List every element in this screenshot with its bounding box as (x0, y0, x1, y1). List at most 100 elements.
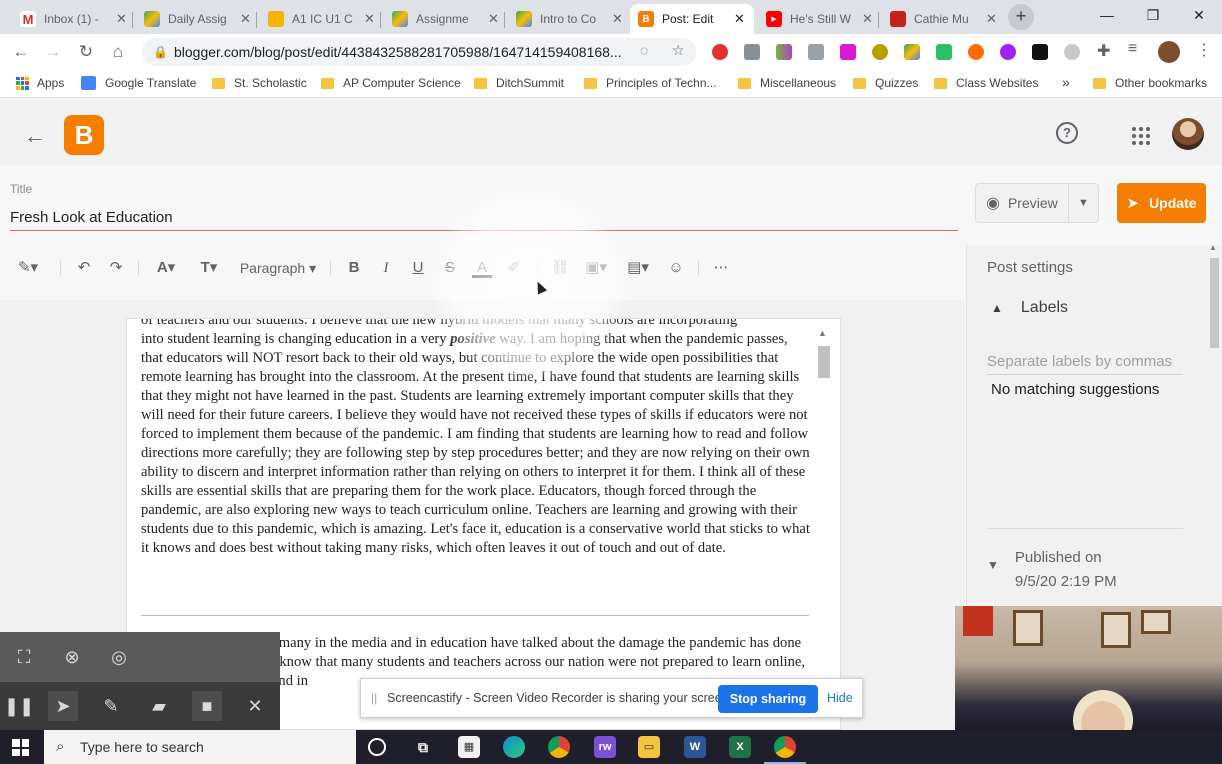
bookmark-folder[interactable]: AP Computer Science (321, 76, 461, 90)
update-button[interactable]: ➤ Update (1117, 183, 1206, 223)
close-icon[interactable]: ✕ (612, 11, 623, 27)
labels-input[interactable]: Separate labels by commas (987, 353, 1183, 375)
chrome-active-icon[interactable] (764, 736, 806, 764)
reading-list-icon[interactable]: ≡ (1128, 40, 1137, 58)
hide-button[interactable]: Hide (827, 691, 853, 705)
back-arrow-icon[interactable]: ← (24, 123, 46, 149)
bookmark-folder[interactable]: Quizzes (853, 76, 918, 90)
extension-icon[interactable] (936, 44, 952, 60)
extension-icon[interactable] (872, 44, 888, 60)
close-icon[interactable]: ✕ (240, 11, 251, 27)
store-icon[interactable]: ▦ (458, 736, 480, 758)
tab-post-edit[interactable]: B Post: Edit ✕ (630, 4, 754, 34)
eye-off-icon[interactable]: ◌ (640, 42, 648, 58)
extension-icon[interactable] (840, 44, 856, 60)
scroll-up-icon[interactable]: ▲ (1209, 243, 1217, 252)
tab-classroom[interactable]: Cathie Mu ✕ (882, 4, 1005, 34)
windows-start-icon[interactable] (12, 739, 29, 756)
extension-icon[interactable] (968, 44, 984, 60)
tab-youtube[interactable]: ▶ He's Still W ✕ (758, 4, 881, 34)
blogger-logo[interactable]: B (64, 115, 104, 155)
redo-icon[interactable]: ↷ (106, 258, 126, 278)
chrome-icon[interactable] (548, 736, 570, 758)
bookmark-folder[interactable]: Principles of Techn... (584, 76, 717, 90)
close-window-button[interactable]: ✕ (1176, 0, 1222, 30)
post-body-text[interactable]: of teachers and our students. I believe … (141, 319, 813, 558)
bookmark-folder[interactable]: DitchSummit (474, 76, 564, 90)
reload-button[interactable]: ↻ (75, 41, 97, 63)
font-size-icon[interactable]: T▾ (193, 258, 225, 278)
preview-button[interactable]: ◉ Preview ▼ (975, 183, 1099, 223)
emoji-icon[interactable]: ☺ (666, 258, 686, 278)
forward-button[interactable]: → (42, 41, 64, 63)
strikethrough-icon[interactable]: S (440, 258, 460, 278)
close-icon[interactable]: ✕ (116, 11, 127, 27)
pointer-icon[interactable]: ➤ (48, 691, 78, 721)
video-icon[interactable]: ▤▾ (624, 258, 652, 278)
title-input[interactable]: Fresh Look at Education (10, 209, 173, 226)
tab-slides[interactable]: A1 IC U1 C ✕ (260, 4, 383, 34)
hide-cursor-icon[interactable]: ⊗ (57, 642, 87, 672)
close-icon[interactable]: ✕ (862, 11, 873, 27)
scroll-up-icon[interactable]: ▲ (818, 328, 827, 338)
editor-scrollbar-thumb[interactable] (818, 346, 830, 378)
extension-icon[interactable] (776, 44, 792, 60)
link-icon[interactable]: ⛓ (549, 258, 571, 278)
cortana-icon[interactable] (368, 738, 386, 756)
excel-icon[interactable]: X (729, 736, 751, 758)
close-icon[interactable]: ✕ (986, 11, 997, 27)
underline-button[interactable]: U (408, 258, 428, 278)
paragraph-select[interactable]: Paragraph ▾ (236, 258, 320, 278)
eraser-icon[interactable]: ▰ (144, 691, 174, 721)
more-options-icon[interactable]: ⋯ (710, 258, 732, 278)
restore-button[interactable]: ❐ (1130, 0, 1176, 30)
extension-icon[interactable] (744, 44, 760, 60)
highlight-icon[interactable]: ✐ (504, 258, 524, 278)
tab-gmail[interactable]: M Inbox (1) - ✕ (12, 4, 135, 34)
pen-icon[interactable]: ✎ (96, 691, 126, 721)
star-icon[interactable]: ☆ (672, 42, 685, 59)
tab-daily-assignments[interactable]: Daily Assig ✕ (136, 4, 259, 34)
bookmark-apps[interactable]: Apps (16, 76, 64, 90)
chevron-down-icon[interactable]: ▼ (1068, 184, 1098, 222)
extension-icon[interactable] (1064, 44, 1080, 60)
extension-icon[interactable] (1032, 44, 1048, 60)
published-section-toggle[interactable]: ▼ Published on 9/5/20 2:19 PM (987, 546, 1117, 594)
close-icon[interactable]: ✕ (240, 691, 270, 721)
more-bookmarks-button[interactable]: » (1062, 74, 1070, 90)
puzzle-icon[interactable]: ✚ (1097, 41, 1110, 61)
omnibox[interactable]: 🔒 blogger.com/blog/post/edit/44384325882… (142, 38, 696, 66)
task-view-icon[interactable]: ⧉ (412, 736, 434, 758)
pause-icon[interactable]: ❚❚ (4, 691, 34, 721)
bookmark-other[interactable]: Other bookmarks (1093, 76, 1207, 90)
bookmark-folder[interactable]: Miscellaneous (738, 76, 836, 90)
extension-icon[interactable] (712, 44, 728, 60)
edge-icon[interactable] (503, 736, 525, 758)
bookmark-folder[interactable]: St. Scholastic (212, 76, 307, 90)
tab-intro[interactable]: Intro to Co ✕ (508, 4, 631, 34)
avatar[interactable] (1158, 41, 1180, 63)
back-button[interactable]: ← (10, 41, 32, 63)
taskbar-search[interactable]: ⌕ Type here to search (44, 730, 356, 764)
font-family-icon[interactable]: A▾ (150, 258, 182, 278)
home-icon[interactable]: ⌂ (107, 41, 129, 63)
sidebar-scrollbar-thumb[interactable] (1210, 258, 1219, 348)
apps-grid-icon[interactable] (1132, 127, 1150, 145)
drive-icon[interactable] (904, 44, 920, 60)
close-icon[interactable]: ✕ (364, 11, 375, 27)
drag-handle-icon[interactable]: || (371, 691, 377, 705)
close-icon[interactable]: ✕ (488, 11, 499, 27)
app-icon[interactable]: rw (594, 736, 616, 758)
word-icon[interactable]: W (684, 736, 706, 758)
tab-assignments[interactable]: Assignme ✕ (384, 4, 507, 34)
extension-icon[interactable] (1000, 44, 1016, 60)
account-avatar[interactable] (1172, 118, 1204, 150)
camera-icon[interactable]: ■ (192, 691, 222, 721)
file-explorer-icon[interactable]: ▭ (638, 736, 660, 758)
kebab-menu-icon[interactable]: ⋮ (1196, 40, 1212, 60)
close-icon[interactable]: ✕ (734, 11, 745, 27)
help-icon[interactable]: ? (1056, 122, 1078, 144)
compose-mode-icon[interactable]: ✎▾ (12, 258, 44, 278)
italic-button[interactable]: I (376, 258, 396, 278)
bookmark-google-translate[interactable]: Google Translate (81, 76, 196, 90)
